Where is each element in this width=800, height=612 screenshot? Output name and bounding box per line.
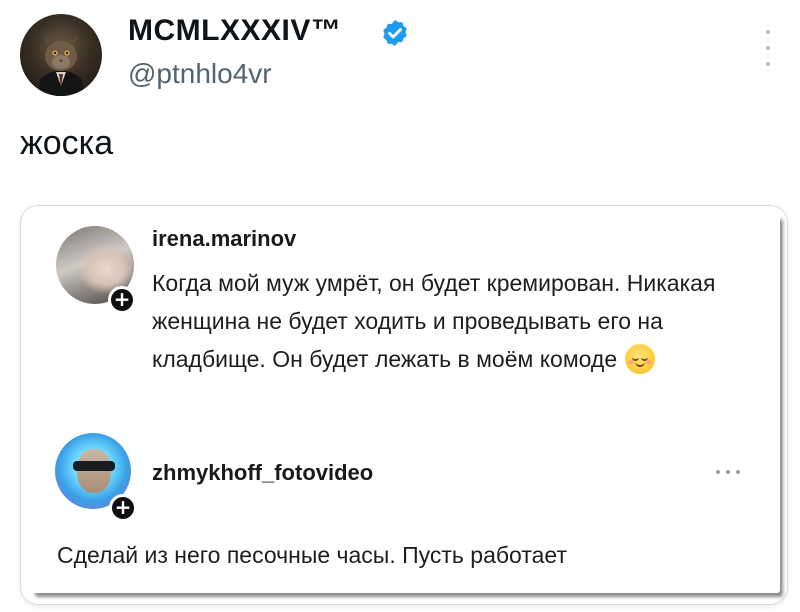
verified-badge-icon	[383, 19, 407, 47]
author-name[interactable]: MCMLXXXIV™	[128, 14, 341, 48]
more-vertical-icon[interactable]	[758, 30, 778, 66]
more-horizontal-icon	[716, 470, 740, 476]
cat-portrait-icon	[38, 36, 84, 96]
follow-plus-icon: +	[109, 494, 137, 522]
comment-text: Когда мой муж умрёт, он будет кремирован…	[152, 264, 772, 378]
author-handle[interactable]: @ptnhlo4vr	[128, 58, 272, 90]
comment-text: Сделай из него песочные часы. Пусть рабо…	[57, 542, 567, 568]
comment-username: irena.marinov	[152, 226, 297, 251]
follow-plus-icon: +	[108, 286, 136, 314]
author-avatar[interactable]	[20, 14, 102, 96]
tweet-text: жоска	[20, 124, 114, 162]
smiling-face-icon	[625, 343, 656, 374]
comment-username: zhmykhoff_fotovideo	[152, 460, 374, 485]
